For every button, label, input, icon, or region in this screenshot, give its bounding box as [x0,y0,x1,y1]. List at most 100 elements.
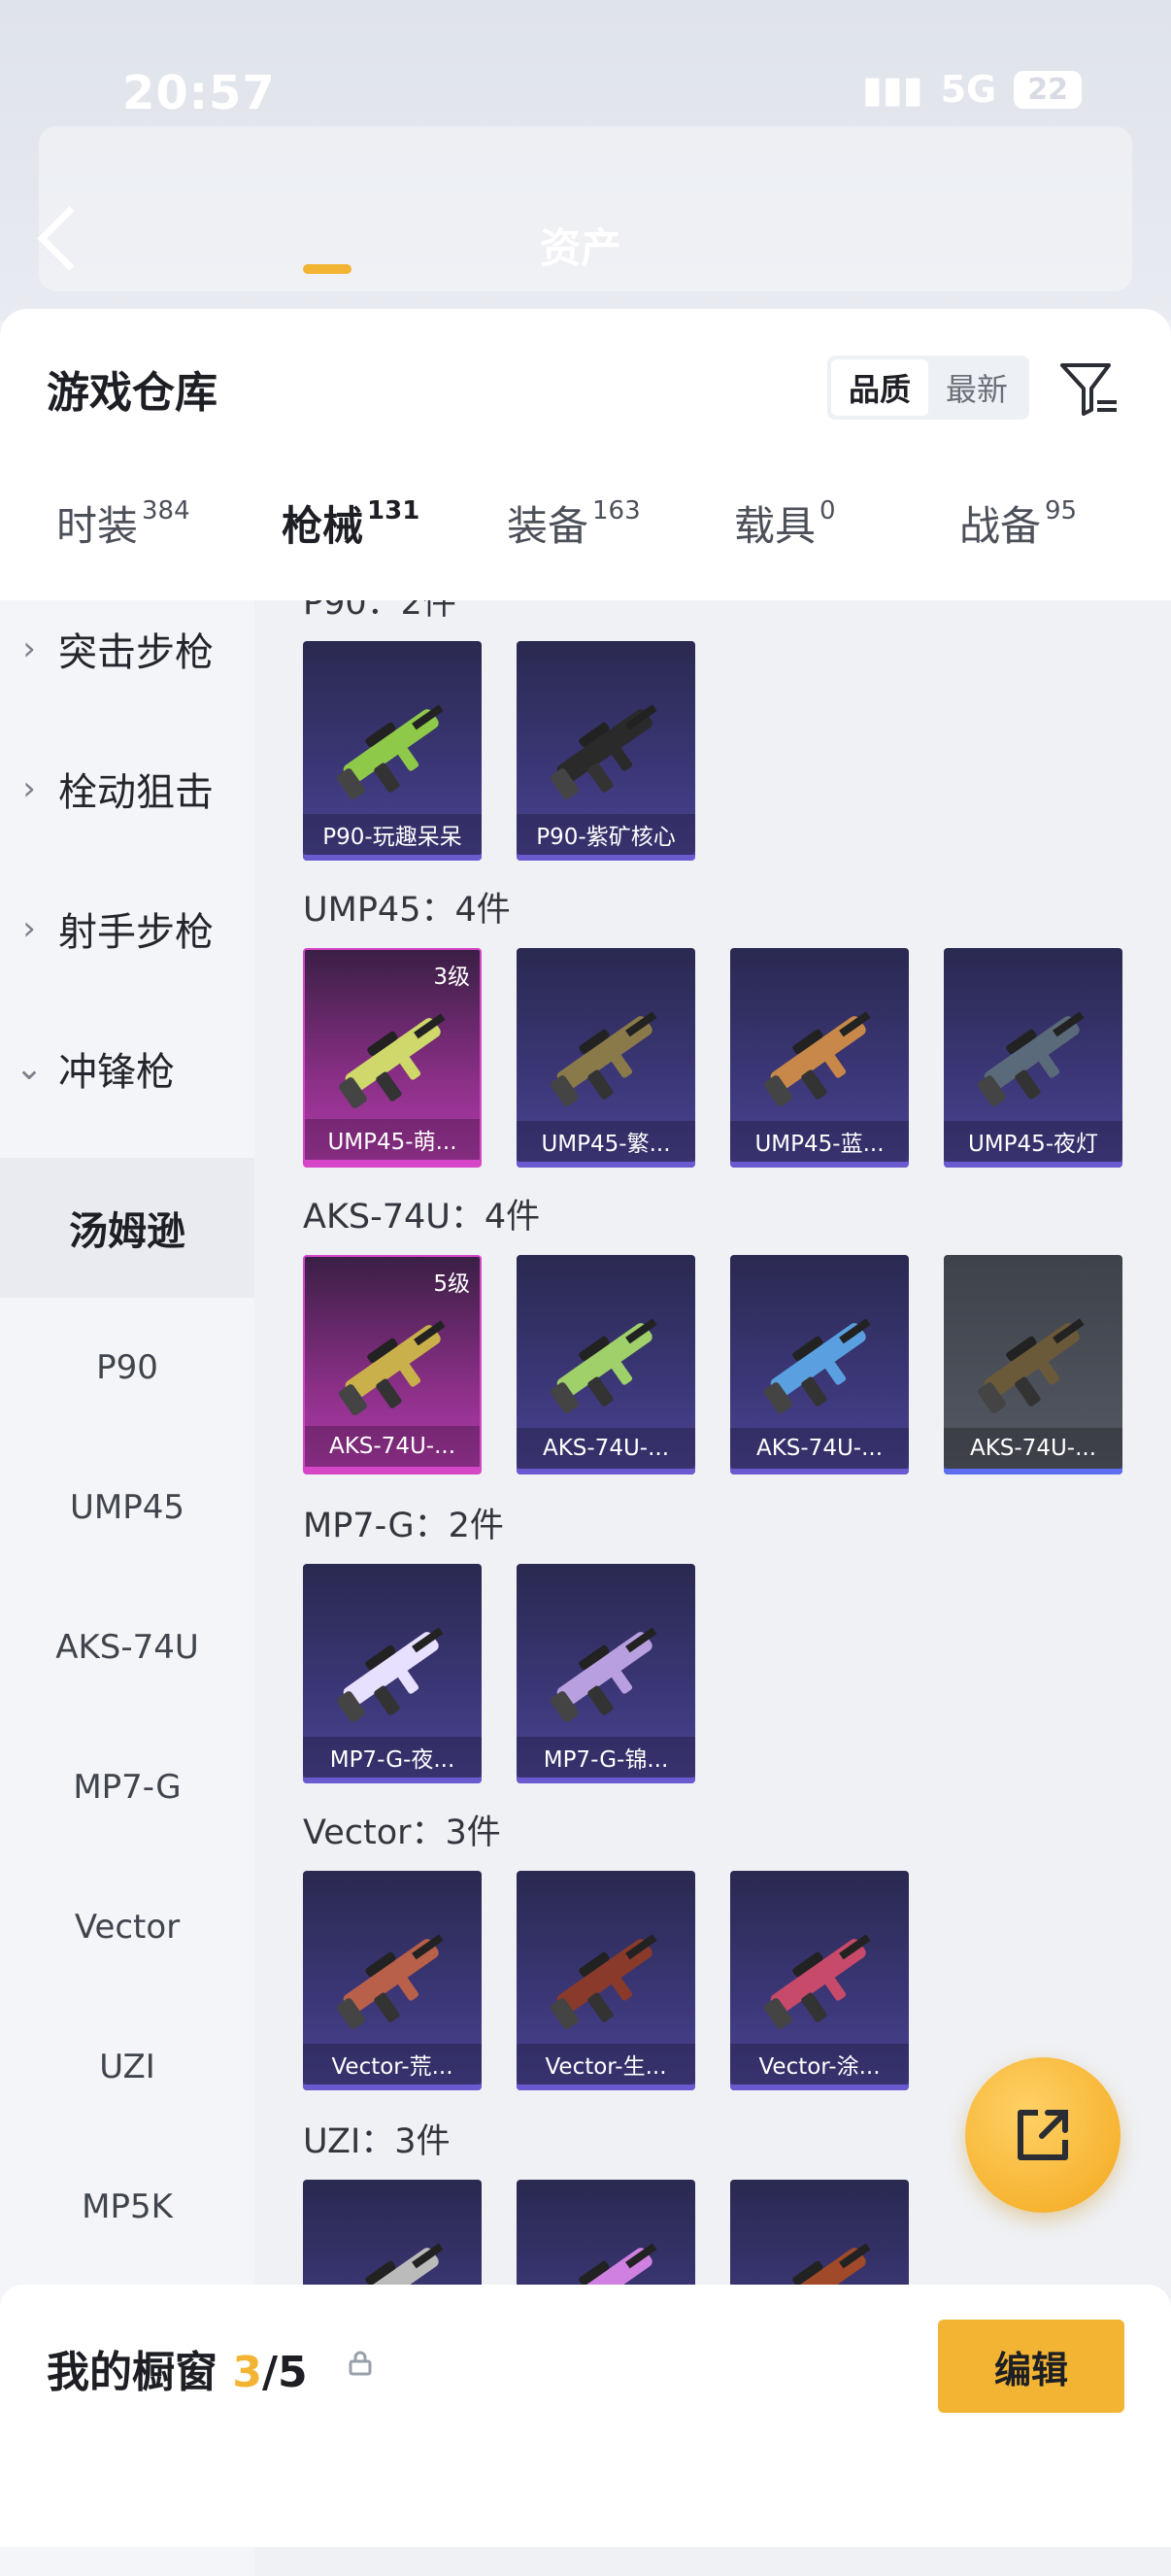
sort-quality-option[interactable]: 品质 [831,359,928,416]
sidebar-item-aks74u[interactable]: AKS-74U [0,1577,254,1717]
status-time: 20:57 [122,66,276,120]
weapon-name: UMP45-夜灯 [944,1121,1122,1162]
tab-count: 0 [820,496,836,525]
page-title: 资产 [540,224,622,272]
tab-label: 战备 [959,502,1042,550]
category-label: 冲锋枪 [58,1050,175,1095]
tab-label: 时装 [56,502,139,550]
edit-button[interactable]: 编辑 [938,2320,1124,2413]
tab-supplies[interactable]: 战备 95 [959,493,1077,553]
weapon-name: AKS-74U-... [305,1426,480,1467]
weapon-skin-image [764,1934,871,2029]
sort-latest-option[interactable]: 最新 [928,359,1025,416]
level-badge: 5级 [433,1271,470,1297]
sidebar-item-mp7g[interactable]: MP7-G [0,1717,254,1857]
sidebar-category-marksman-rifle[interactable]: › 射手步枪 [0,880,254,977]
sidebar-category-assault-rifle[interactable]: › 突击步枪 [0,600,254,697]
weapon-card[interactable]: Vector-生... [517,1871,695,2090]
weapon-skin-image [551,1934,657,2029]
category-label: 射手步枪 [58,910,214,955]
sidebar-item-p90[interactable]: P90 [0,1298,254,1438]
chevron-right-icon: › [22,909,36,948]
weapon-card[interactable]: UMP45-繁... [517,948,695,1168]
weapon-card[interactable]: P90-紫矿核心 [517,641,695,861]
weapon-name: Vector-荒... [303,2044,482,2085]
weapon-skin-image [764,1011,871,1106]
weapon-name: AKS-74U-... [517,1428,695,1469]
weapon-skin-image [764,1318,871,1413]
weapon-sidebar: › 突击步枪 › 栓动狙击 › 射手步枪 ⌄ 冲锋枪 汤姆逊 P90 UMP45 AKS… [0,600,254,2576]
weapon-name: P90-紫矿核心 [517,814,695,855]
sidebar-item-ump45[interactable]: UMP45 [0,1438,254,1577]
group-title: UMP45：4件 [303,891,511,930]
showcase-total-count: /5 [261,2348,308,2397]
sidebar-category-smg[interactable]: ⌄ 冲锋枪 [0,1020,254,1117]
chevron-right-icon: › [22,629,36,668]
tab-label: 枪械 [282,502,364,550]
tab-label: 装备 [507,502,589,550]
category-label: 栓动狙击 [58,770,214,815]
sidebar-item-thompson[interactable]: 汤姆逊 [0,1158,254,1298]
weapon-name: MP7-G-夜... [303,1737,482,1778]
weapon-card[interactable]: AKS-74U-... [944,1255,1122,1474]
weapon-name: P90-玩趣呆呆 [303,814,482,855]
sort-toggle: 品质 最新 [827,356,1029,420]
weapon-name: UMP45-繁... [517,1121,695,1162]
battery-icon: 22 [1014,70,1082,109]
chevron-down-icon: ⌄ [15,1049,44,1088]
sidebar-item-mp5k[interactable]: MP5K [0,2137,254,2277]
weapon-name: Vector-生... [517,2044,695,2085]
sidebar-category-bolt-sniper[interactable]: › 栓动狙击 [0,740,254,837]
tab-vehicles[interactable]: 载具 0 [734,493,836,553]
weapon-card[interactable]: P90-玩趣呆呆 [303,641,482,861]
group-title: Vector：3件 [303,1813,501,1852]
weapon-skin-image [339,1013,446,1108]
weapon-skin-image [337,1627,444,1722]
weapon-card[interactable]: Vector-荒... [303,1871,482,2090]
weapon-skin-image [978,1318,1085,1413]
share-button[interactable] [965,2057,1121,2213]
tab-count: 95 [1045,496,1078,525]
tab-firearms[interactable]: 枪械 131 [282,493,419,553]
status-icons: ▮▮▮ 5G 22 [862,68,1082,111]
weapon-card[interactable]: MP7-G-锦... [517,1564,695,1783]
active-tab-indicator [303,264,351,274]
weapon-name: UMP45-萌... [305,1119,480,1160]
tab-equipment[interactable]: 装备 163 [507,493,641,553]
showcase-bar: 我的橱窗 3/5 编辑 [0,2285,1171,2547]
weapon-card[interactable]: UMP45-蓝... [730,948,909,1168]
group-title: P90：2件 [303,600,456,623]
weapon-skin-image [551,704,657,799]
weapon-card[interactable]: AKS-74U-... [730,1255,909,1474]
level-badge: 3级 [433,965,470,990]
sheet-title: 游戏仓库 [47,368,217,418]
showcase-label: 我的橱窗 [47,2348,217,2397]
group-title: UZI：3件 [303,2122,451,2161]
weapon-card[interactable]: 3级 UMP45-萌... [303,948,482,1168]
weapon-skin-image [339,1320,446,1415]
weapon-skin-image [978,1011,1085,1106]
tab-fashion[interactable]: 时装 384 [56,493,190,553]
weapon-skin-image [551,1011,657,1106]
weapon-card[interactable]: 5级 AKS-74U-... [303,1255,482,1474]
showcase-current-count: 3 [232,2348,262,2397]
weapon-name: AKS-74U-... [944,1428,1122,1469]
lock-icon [349,2351,372,2376]
sidebar-item-vector[interactable]: Vector [0,1857,254,1997]
weapon-card[interactable]: MP7-G-夜... [303,1564,482,1783]
sidebar-item-uzi[interactable]: UZI [0,1997,254,2137]
showcase-title: 我的橱窗 3/5 [47,2337,308,2399]
group-title: AKS-74U：4件 [303,1198,541,1237]
weapon-card[interactable]: AKS-74U-... [517,1255,695,1474]
tab-label: 载具 [734,502,817,550]
filter-icon[interactable] [1058,357,1121,420]
weapon-grid: P90：2件 P90-玩趣呆呆 P90-紫矿核心 UMP45：4件 3级 UMP45-萌.… [254,600,1171,2576]
weapon-card[interactable]: UMP45-夜灯 [944,948,1122,1168]
weapon-skin-image [337,1934,444,2029]
share-icon [1018,2110,1068,2160]
group-title: MP7-G：2件 [303,1507,504,1545]
weapon-skin-image [337,704,444,799]
chevron-right-icon: › [22,769,36,808]
tab-count: 131 [367,496,420,525]
weapon-card[interactable]: Vector-涂... [730,1871,909,2090]
